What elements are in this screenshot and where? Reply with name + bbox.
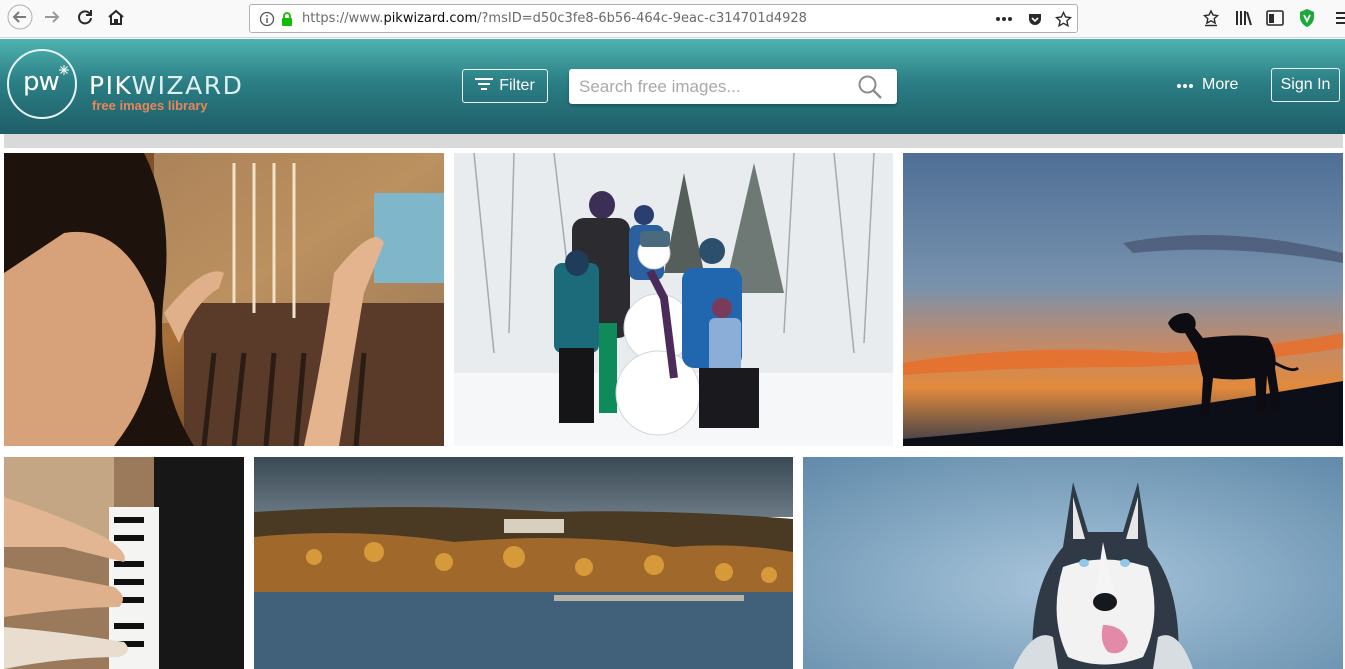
back-button[interactable] [6,4,34,35]
family-snowman-photo[interactable] [454,153,893,446]
sign-in-label: Sign In [1280,76,1331,93]
filter-icon [475,77,494,96]
url-host: pikwizard.com [383,11,478,26]
reader-icon[interactable] [1200,7,1222,29]
pocket-icon[interactable] [1026,10,1044,28]
reload-icon [76,8,94,31]
more-dots-icon [1176,76,1194,94]
husky-dog-photo[interactable] [803,457,1343,669]
back-icon [7,4,33,35]
logo-circle: pw [7,49,77,119]
logo-name-wizard: WIZARD [131,71,244,100]
search-input[interactable] [579,77,849,97]
logo-tagline: free images library [92,98,208,113]
info-icon[interactable] [258,10,276,28]
address-bar[interactable]: https://www.pikwizard.com/?msID=d50c3fe8… [249,4,1078,33]
coastal-town-autumn-photo[interactable] [254,457,793,669]
url-path: /?msID=d50c3fe8-6b56-464c-9eac-c314701d4… [477,11,807,26]
browser-toolbar: https://www.pikwizard.com/?msID=d50c3fe8… [0,0,1345,38]
reload-button[interactable] [71,5,99,33]
url-text: https://www.pikwizard.com/?msID=d50c3fe8… [302,11,807,26]
library-icon[interactable] [1233,7,1255,29]
shield-extension-icon[interactable] [1296,7,1318,29]
logo-name-pik: PIK [89,71,132,100]
filter-button[interactable]: Filter [462,69,548,103]
site-header: pw PIKWIZARD free images library Filter … [0,39,1345,134]
filter-strip [4,134,1343,148]
search-box [569,69,897,104]
home-button[interactable] [102,5,130,33]
more-menu-button[interactable]: More [1176,76,1238,94]
sidebar-icon[interactable] [1264,7,1286,29]
search-icon[interactable] [857,74,883,105]
page-actions-icon[interactable] [995,10,1013,28]
dog-silhouette-sunset-photo[interactable] [903,153,1343,446]
menu-icon[interactable] [1331,7,1345,29]
piano-hands-photo[interactable] [4,457,244,669]
forward-icon [43,8,61,31]
bookmark-star-icon[interactable] [1054,10,1072,28]
more-label: More [1202,76,1239,93]
sign-in-button[interactable]: Sign In [1271,68,1340,102]
url-prefix: https://www. [302,11,384,26]
forward-button[interactable] [38,5,66,33]
filter-label: Filter [499,77,535,94]
logo-name: PIKWIZARD [89,71,243,100]
sparkle-icon [59,65,69,75]
woman-browsing-jewelry-photo[interactable] [4,153,444,446]
home-icon [107,8,125,31]
logo-mark: pw [23,67,60,97]
lock-icon[interactable] [278,10,296,28]
